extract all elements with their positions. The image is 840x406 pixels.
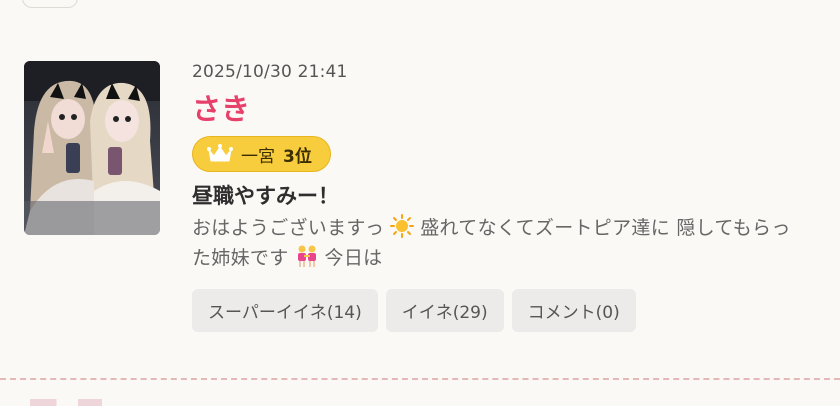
- super-like-button[interactable]: スーパーイイネ(14): [192, 289, 378, 332]
- girl-name[interactable]: さき: [192, 90, 822, 128]
- post-body: おはようございますっ 盛れてなくてズートピア達に 隠してもらった姉妹です 今日は: [192, 213, 802, 273]
- body-text-part3: 今日は: [324, 247, 383, 269]
- next-post-edge: [30, 399, 150, 406]
- rank-place: 一宮: [241, 146, 275, 167]
- two-women-emoji-icon: [297, 245, 316, 267]
- like-button[interactable]: イイネ(29): [385, 289, 504, 332]
- rank-position: 3位: [283, 146, 312, 167]
- post-actions: スーパーイイネ(14) イイネ(29) コメント(0): [192, 289, 822, 332]
- sun-emoji-icon: [390, 214, 415, 238]
- post-photo[interactable]: [24, 61, 160, 235]
- comment-button[interactable]: コメント(0): [511, 289, 636, 332]
- post-title[interactable]: 昼職やすみー！: [192, 182, 822, 210]
- post-photo-image: [24, 61, 160, 235]
- post-content: 2025/10/30 21:41 さき 一宮 3位 昼職やすみー！ おはようござ…: [192, 60, 822, 332]
- diary-post: 2025/10/30 21:41 さき 一宮 3位 昼職やすみー！ おはようござ…: [0, 0, 840, 406]
- post-date: 2025/10/30 21:41: [192, 62, 348, 82]
- body-text-part1: おはようございますっ: [192, 217, 385, 239]
- crown-icon: [207, 144, 233, 162]
- post-divider: [0, 378, 840, 380]
- rank-badge: 一宮 3位: [192, 136, 331, 172]
